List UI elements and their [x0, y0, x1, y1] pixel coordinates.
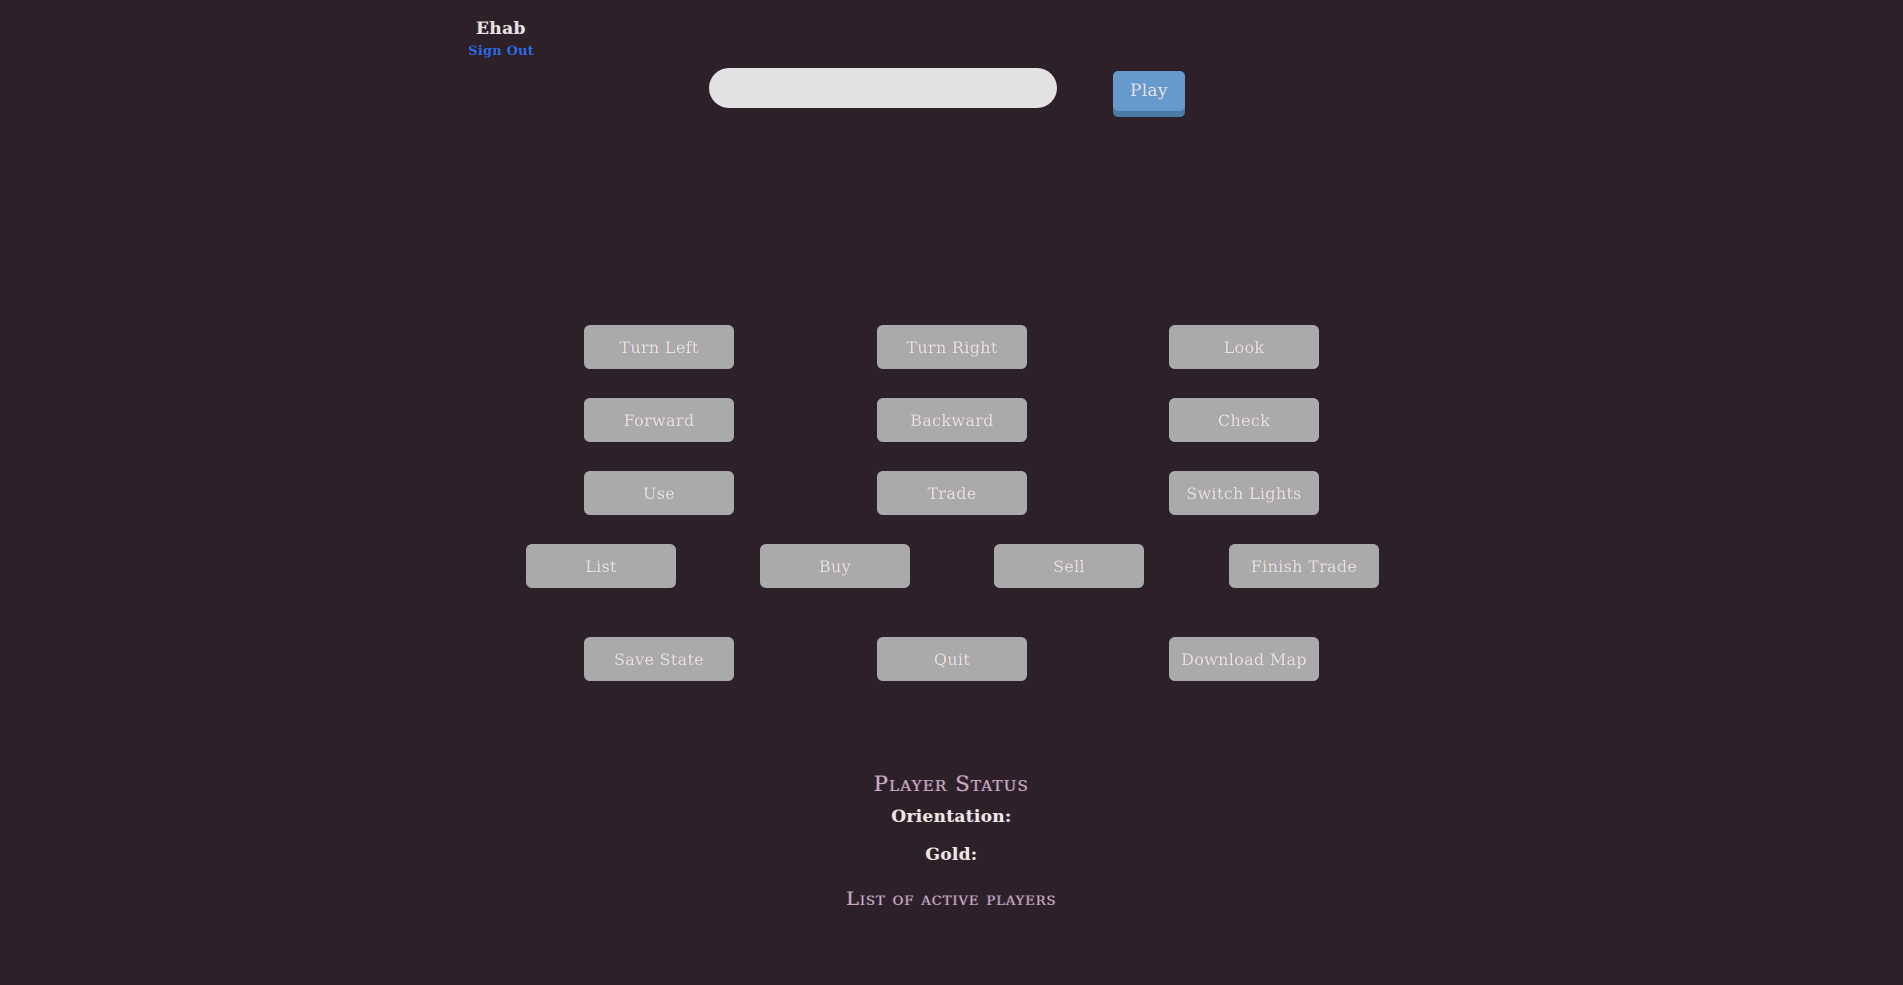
action-row-2: Forward Backward Check: [0, 398, 1903, 471]
command-input[interactable]: [709, 68, 1057, 108]
trade-button[interactable]: Trade: [877, 471, 1027, 515]
turn-right-button[interactable]: Turn Right: [877, 325, 1027, 369]
forward-button[interactable]: Forward: [584, 398, 734, 442]
finish-trade-button[interactable]: Finish Trade: [1229, 544, 1379, 588]
username-label: Ehab: [476, 19, 526, 39]
gold-label: Gold:: [925, 845, 978, 865]
player-status-section: Player Status Orientation: Gold: List of…: [0, 770, 1903, 916]
download-map-button[interactable]: Download Map: [1169, 637, 1319, 681]
system-action-row: Save State Quit Download Map: [0, 637, 1903, 697]
trade-action-row: List Buy Sell Finish Trade: [0, 544, 1903, 637]
backward-button[interactable]: Backward: [877, 398, 1027, 442]
save-state-button[interactable]: Save State: [584, 637, 734, 681]
active-players-heading: List of active players: [846, 888, 1057, 910]
gold-row: Gold:: [0, 836, 1903, 874]
list-button[interactable]: List: [526, 544, 676, 588]
buy-button[interactable]: Buy: [760, 544, 910, 588]
orientation-label: Orientation:: [891, 807, 1012, 827]
switch-lights-button[interactable]: Switch Lights: [1169, 471, 1319, 515]
action-row-1: Turn Left Turn Right Look: [0, 325, 1903, 398]
action-button-grid: Turn Left Turn Right Look Forward Backwa…: [0, 325, 1903, 697]
page-header: Ehab Sign Out Play: [0, 0, 1903, 130]
sell-button[interactable]: Sell: [994, 544, 1144, 588]
sign-out-link[interactable]: Sign Out: [468, 44, 534, 59]
use-button[interactable]: Use: [584, 471, 734, 515]
command-bar: Play: [0, 68, 1903, 128]
orientation-row: Orientation:: [0, 798, 1903, 836]
look-button[interactable]: Look: [1169, 325, 1319, 369]
check-button[interactable]: Check: [1169, 398, 1319, 442]
quit-button[interactable]: Quit: [877, 637, 1027, 681]
action-row-3: Use Trade Switch Lights: [0, 471, 1903, 544]
turn-left-button[interactable]: Turn Left: [584, 325, 734, 369]
player-status-heading: Player Status: [873, 772, 1030, 796]
user-block: Ehab Sign Out: [401, 18, 601, 59]
play-button[interactable]: Play: [1113, 71, 1185, 111]
